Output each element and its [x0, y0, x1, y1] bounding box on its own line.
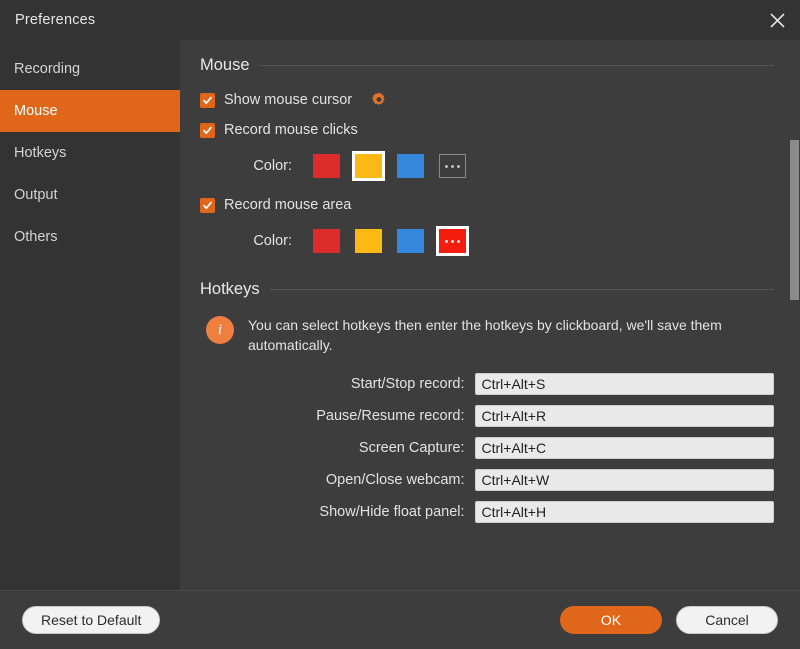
- color-swatch-custom[interactable]: [436, 151, 469, 181]
- section-divider: [269, 289, 774, 290]
- area-color-swatches: [310, 226, 469, 256]
- mouse-section-title: Mouse: [200, 56, 250, 74]
- record-mouse-area-label: Record mouse area: [224, 197, 352, 213]
- hotkey-input-screen-capture[interactable]: [474, 437, 774, 459]
- hotkeys-info: i You can select hotkeys then enter the …: [206, 315, 774, 355]
- color-swatch-custom[interactable]: [436, 226, 469, 256]
- hotkey-row-pause-resume-record: Pause/Resume record:: [200, 405, 774, 427]
- check-icon: [202, 125, 213, 136]
- record-mouse-area-row: Record mouse area: [200, 197, 774, 213]
- reset-to-default-button[interactable]: Reset to Default: [22, 606, 161, 634]
- hotkey-row-show-hide-float-panel: Show/Hide float panel:: [200, 501, 774, 523]
- sidebar-item-recording[interactable]: Recording: [0, 48, 180, 90]
- hotkey-input-start-stop-record[interactable]: [474, 373, 774, 395]
- color-swatch-red[interactable]: [310, 226, 343, 256]
- hotkey-input-open-close-webcam[interactable]: [474, 469, 774, 491]
- close-icon: [769, 12, 786, 29]
- color-swatch-yellow[interactable]: [352, 226, 385, 256]
- swatch-fill: [439, 154, 466, 178]
- sidebar-item-label: Hotkeys: [14, 145, 67, 161]
- section-divider: [259, 65, 774, 66]
- check-icon: [202, 95, 213, 106]
- dialog-body: Recording Mouse Hotkeys Output Others Mo…: [0, 40, 800, 590]
- swatch-fill: [313, 229, 340, 253]
- clicks-color-label: Color:: [253, 158, 292, 174]
- show-mouse-cursor-row: Show mouse cursor: [200, 91, 774, 109]
- title-bar: Preferences: [0, 0, 800, 40]
- gear-icon: [370, 91, 388, 109]
- color-swatch-red[interactable]: [310, 151, 343, 181]
- hotkeys-info-text: You can select hotkeys then enter the ho…: [248, 317, 722, 353]
- swatch-fill: [355, 229, 382, 253]
- sidebar-item-label: Recording: [14, 61, 81, 77]
- record-mouse-area-checkbox[interactable]: [200, 197, 215, 213]
- cursor-settings-button[interactable]: [370, 91, 388, 109]
- hotkey-input-pause-resume-record[interactable]: [474, 405, 774, 427]
- hotkey-row-open-close-webcam: Open/Close webcam:: [200, 469, 774, 491]
- sidebar-item-output[interactable]: Output: [0, 174, 180, 216]
- show-mouse-cursor-checkbox[interactable]: [200, 92, 215, 108]
- clicks-color-row: Color:: [200, 151, 774, 181]
- swatch-fill: [313, 154, 340, 178]
- hotkey-label: Show/Hide float panel:: [319, 504, 465, 520]
- settings-content: Mouse Show mouse cursor Record mouse cli…: [180, 40, 800, 590]
- area-color-row: Color:: [200, 226, 774, 256]
- sidebar: Recording Mouse Hotkeys Output Others: [0, 40, 180, 590]
- hotkeys-section-header: Hotkeys: [200, 280, 774, 299]
- hotkey-label: Screen Capture:: [358, 440, 465, 456]
- sidebar-item-label: Others: [14, 229, 58, 245]
- show-mouse-cursor-label: Show mouse cursor: [224, 92, 353, 108]
- content-scrollbar[interactable]: [789, 40, 800, 590]
- hotkey-label: Pause/Resume record:: [316, 408, 465, 424]
- swatch-fill: [439, 229, 466, 253]
- info-icon: i: [206, 316, 234, 344]
- footer-actions: OK Cancel: [560, 606, 778, 634]
- sidebar-item-label: Mouse: [14, 103, 58, 119]
- swatch-fill: [397, 229, 424, 253]
- swatch-fill: [355, 154, 382, 178]
- ellipsis-icon: [445, 239, 460, 243]
- color-swatch-yellow[interactable]: [352, 151, 385, 181]
- hotkey-input-show-hide-float-panel[interactable]: [474, 501, 774, 523]
- record-mouse-clicks-row: Record mouse clicks: [200, 122, 774, 138]
- dialog-footer: Reset to Default OK Cancel: [0, 590, 800, 649]
- cancel-button[interactable]: Cancel: [676, 606, 778, 634]
- mouse-section-header: Mouse: [200, 56, 774, 75]
- hotkey-label: Open/Close webcam:: [325, 472, 465, 488]
- sidebar-item-mouse[interactable]: Mouse: [0, 90, 180, 132]
- ellipsis-icon: [445, 164, 460, 168]
- color-swatch-blue[interactable]: [394, 151, 427, 181]
- check-icon: [202, 200, 213, 211]
- color-swatch-blue[interactable]: [394, 226, 427, 256]
- hotkey-label: Start/Stop record:: [350, 376, 465, 392]
- hotkeys-section-title: Hotkeys: [200, 280, 260, 298]
- record-mouse-clicks-checkbox[interactable]: [200, 122, 215, 138]
- ok-button[interactable]: OK: [560, 606, 662, 634]
- hotkey-row-screen-capture: Screen Capture:: [200, 437, 774, 459]
- scrollbar-thumb[interactable]: [790, 140, 799, 300]
- clicks-color-swatches: [310, 151, 469, 181]
- record-mouse-clicks-label: Record mouse clicks: [224, 122, 358, 138]
- sidebar-item-others[interactable]: Others: [0, 216, 180, 258]
- area-color-label: Color:: [253, 233, 292, 249]
- sidebar-item-hotkeys[interactable]: Hotkeys: [0, 132, 180, 174]
- close-button[interactable]: [754, 0, 800, 40]
- sidebar-item-label: Output: [14, 187, 58, 203]
- preferences-dialog: Preferences Recording Mouse Hotkeys Outp…: [0, 0, 800, 649]
- hotkey-row-start-stop-record: Start/Stop record:: [200, 373, 774, 395]
- window-title: Preferences: [15, 12, 96, 28]
- swatch-fill: [397, 154, 424, 178]
